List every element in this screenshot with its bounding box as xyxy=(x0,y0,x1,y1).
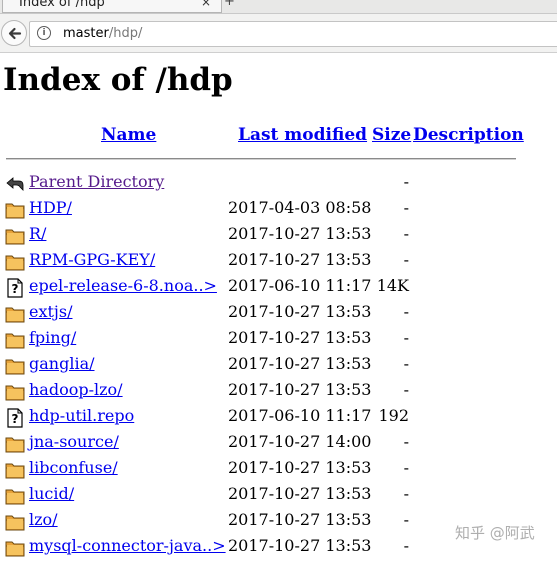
file-link[interactable]: fping/ xyxy=(29,328,76,347)
list-item: hadoop-lzo/2017-10-27 13:53 - xyxy=(0,379,557,403)
size-value: - xyxy=(403,484,409,503)
size-value: - xyxy=(403,250,409,269)
folder-icon[interactable] xyxy=(5,200,25,220)
tab-title: Index of /hdp xyxy=(19,0,105,10)
svg-text:?: ? xyxy=(12,412,19,426)
list-item: Parent Directory - xyxy=(0,171,557,195)
page-title: Index of /hdp xyxy=(3,62,233,98)
list-item: R/2017-10-27 13:53 - xyxy=(0,223,557,247)
size-value: - xyxy=(403,302,409,321)
size-value: - xyxy=(403,510,409,529)
file-link[interactable]: lucid/ xyxy=(29,484,74,503)
unknown-file-icon[interactable]: ? xyxy=(5,278,25,298)
last-modified-value: 2017-10-27 13:53 xyxy=(228,328,372,347)
info-icon[interactable]: i xyxy=(37,26,51,40)
file-link[interactable]: mysql-connector-java..> xyxy=(29,536,226,555)
folder-icon[interactable] xyxy=(5,382,25,402)
file-link[interactable]: libconfuse/ xyxy=(29,458,118,477)
size-value: - xyxy=(403,536,409,555)
unknown-file-icon[interactable]: ? xyxy=(5,408,25,428)
size-value: - xyxy=(403,172,409,191)
last-modified-value: 2017-10-27 14:00 xyxy=(228,432,372,451)
size-value: - xyxy=(403,224,409,243)
file-link[interactable]: ganglia/ xyxy=(29,354,95,373)
browser-tab[interactable]: Index of /hdp × xyxy=(2,0,222,13)
size-value: - xyxy=(403,432,409,451)
last-modified-value: 2017-10-27 13:53 xyxy=(228,484,372,503)
back-icon[interactable] xyxy=(5,174,25,194)
list-item: ? epel-release-6-8.noa..> 2017-06-10 11:17… xyxy=(0,275,557,299)
svg-text:?: ? xyxy=(12,282,19,296)
folder-icon[interactable] xyxy=(5,460,25,480)
folder-icon[interactable] xyxy=(5,356,25,376)
url-host: master xyxy=(63,26,109,41)
url-bar[interactable]: i master/hdp/ xyxy=(29,21,557,47)
list-item: jna-source/2017-10-27 14:00 - xyxy=(0,431,557,455)
folder-icon[interactable] xyxy=(5,226,25,246)
file-link[interactable]: extjs/ xyxy=(29,302,72,321)
last-modified-value: 2017-06-10 11:17 xyxy=(228,406,372,425)
navigation-bar: i master/hdp/ xyxy=(0,14,557,53)
column-header-name[interactable]: Name xyxy=(101,125,156,145)
folder-icon[interactable] xyxy=(5,304,25,324)
column-header-description[interactable]: Description xyxy=(413,125,524,145)
file-link[interactable]: lzo/ xyxy=(29,510,58,529)
last-modified-value: 2017-10-27 13:53 xyxy=(228,510,372,529)
file-link[interactable]: RPM-GPG-KEY/ xyxy=(29,250,155,269)
size-value: - xyxy=(403,354,409,373)
list-item: ? hdp-util.repo 2017-06-10 11:17 192 xyxy=(0,405,557,429)
file-link[interactable]: epel-release-6-8.noa..> xyxy=(29,276,217,295)
last-modified-value: 2017-10-27 13:53 xyxy=(228,302,372,321)
last-modified-value: 2017-10-27 13:53 xyxy=(228,536,372,555)
file-link[interactable]: Parent Directory xyxy=(29,172,164,191)
size-value: 192 xyxy=(378,406,409,425)
folder-icon[interactable] xyxy=(5,486,25,506)
size-value: - xyxy=(403,380,409,399)
new-tab-button[interactable]: + xyxy=(224,0,238,10)
file-link[interactable]: hdp-util.repo xyxy=(29,406,134,425)
last-modified-value: 2017-06-10 11:17 xyxy=(228,276,372,295)
last-modified-value: 2017-10-27 13:53 xyxy=(228,380,372,399)
list-item: HDP/2017-04-03 08:58 - xyxy=(0,197,557,221)
file-link[interactable]: jna-source/ xyxy=(29,432,119,451)
tab-strip: Index of /hdp × + xyxy=(0,0,557,14)
size-value: - xyxy=(403,328,409,347)
back-arrow-icon xyxy=(8,27,22,40)
size-value: - xyxy=(403,198,409,217)
last-modified-value: 2017-10-27 13:53 xyxy=(228,224,372,243)
folder-icon[interactable] xyxy=(5,538,25,558)
list-item: lucid/2017-10-27 13:53 - xyxy=(0,483,557,507)
size-value: 14K xyxy=(376,276,409,295)
back-button[interactable] xyxy=(1,20,27,46)
folder-icon[interactable] xyxy=(5,252,25,272)
folder-icon[interactable] xyxy=(5,512,25,532)
url-path: /hdp/ xyxy=(108,26,143,41)
header-divider xyxy=(6,158,516,160)
url-text[interactable]: master/hdp/ xyxy=(63,26,142,41)
list-item: ganglia/2017-10-27 13:53 - xyxy=(0,353,557,377)
size-value: - xyxy=(403,458,409,477)
column-header-last-modified[interactable]: Last modified xyxy=(238,125,367,145)
last-modified-value: 2017-04-03 08:58 xyxy=(228,198,372,217)
file-link[interactable]: HDP/ xyxy=(29,198,72,217)
last-modified-value: 2017-10-27 13:53 xyxy=(228,250,372,269)
folder-icon[interactable] xyxy=(5,330,25,350)
last-modified-value: 2017-10-27 13:53 xyxy=(228,354,372,373)
list-item: RPM-GPG-KEY/2017-10-27 13:53 - xyxy=(0,249,557,273)
last-modified-value: 2017-10-27 13:53 xyxy=(228,458,372,477)
list-item: libconfuse/2017-10-27 13:53 - xyxy=(0,457,557,481)
close-icon[interactable]: × xyxy=(201,0,211,9)
list-item: extjs/2017-10-27 13:53 - xyxy=(0,301,557,325)
watermark: 知乎 @阿武 xyxy=(455,524,535,542)
file-link[interactable]: R/ xyxy=(29,224,46,243)
file-link[interactable]: hadoop-lzo/ xyxy=(29,380,123,399)
folder-icon[interactable] xyxy=(5,434,25,454)
column-header-size[interactable]: Size xyxy=(372,125,411,145)
list-item: fping/2017-10-27 13:53 - xyxy=(0,327,557,351)
